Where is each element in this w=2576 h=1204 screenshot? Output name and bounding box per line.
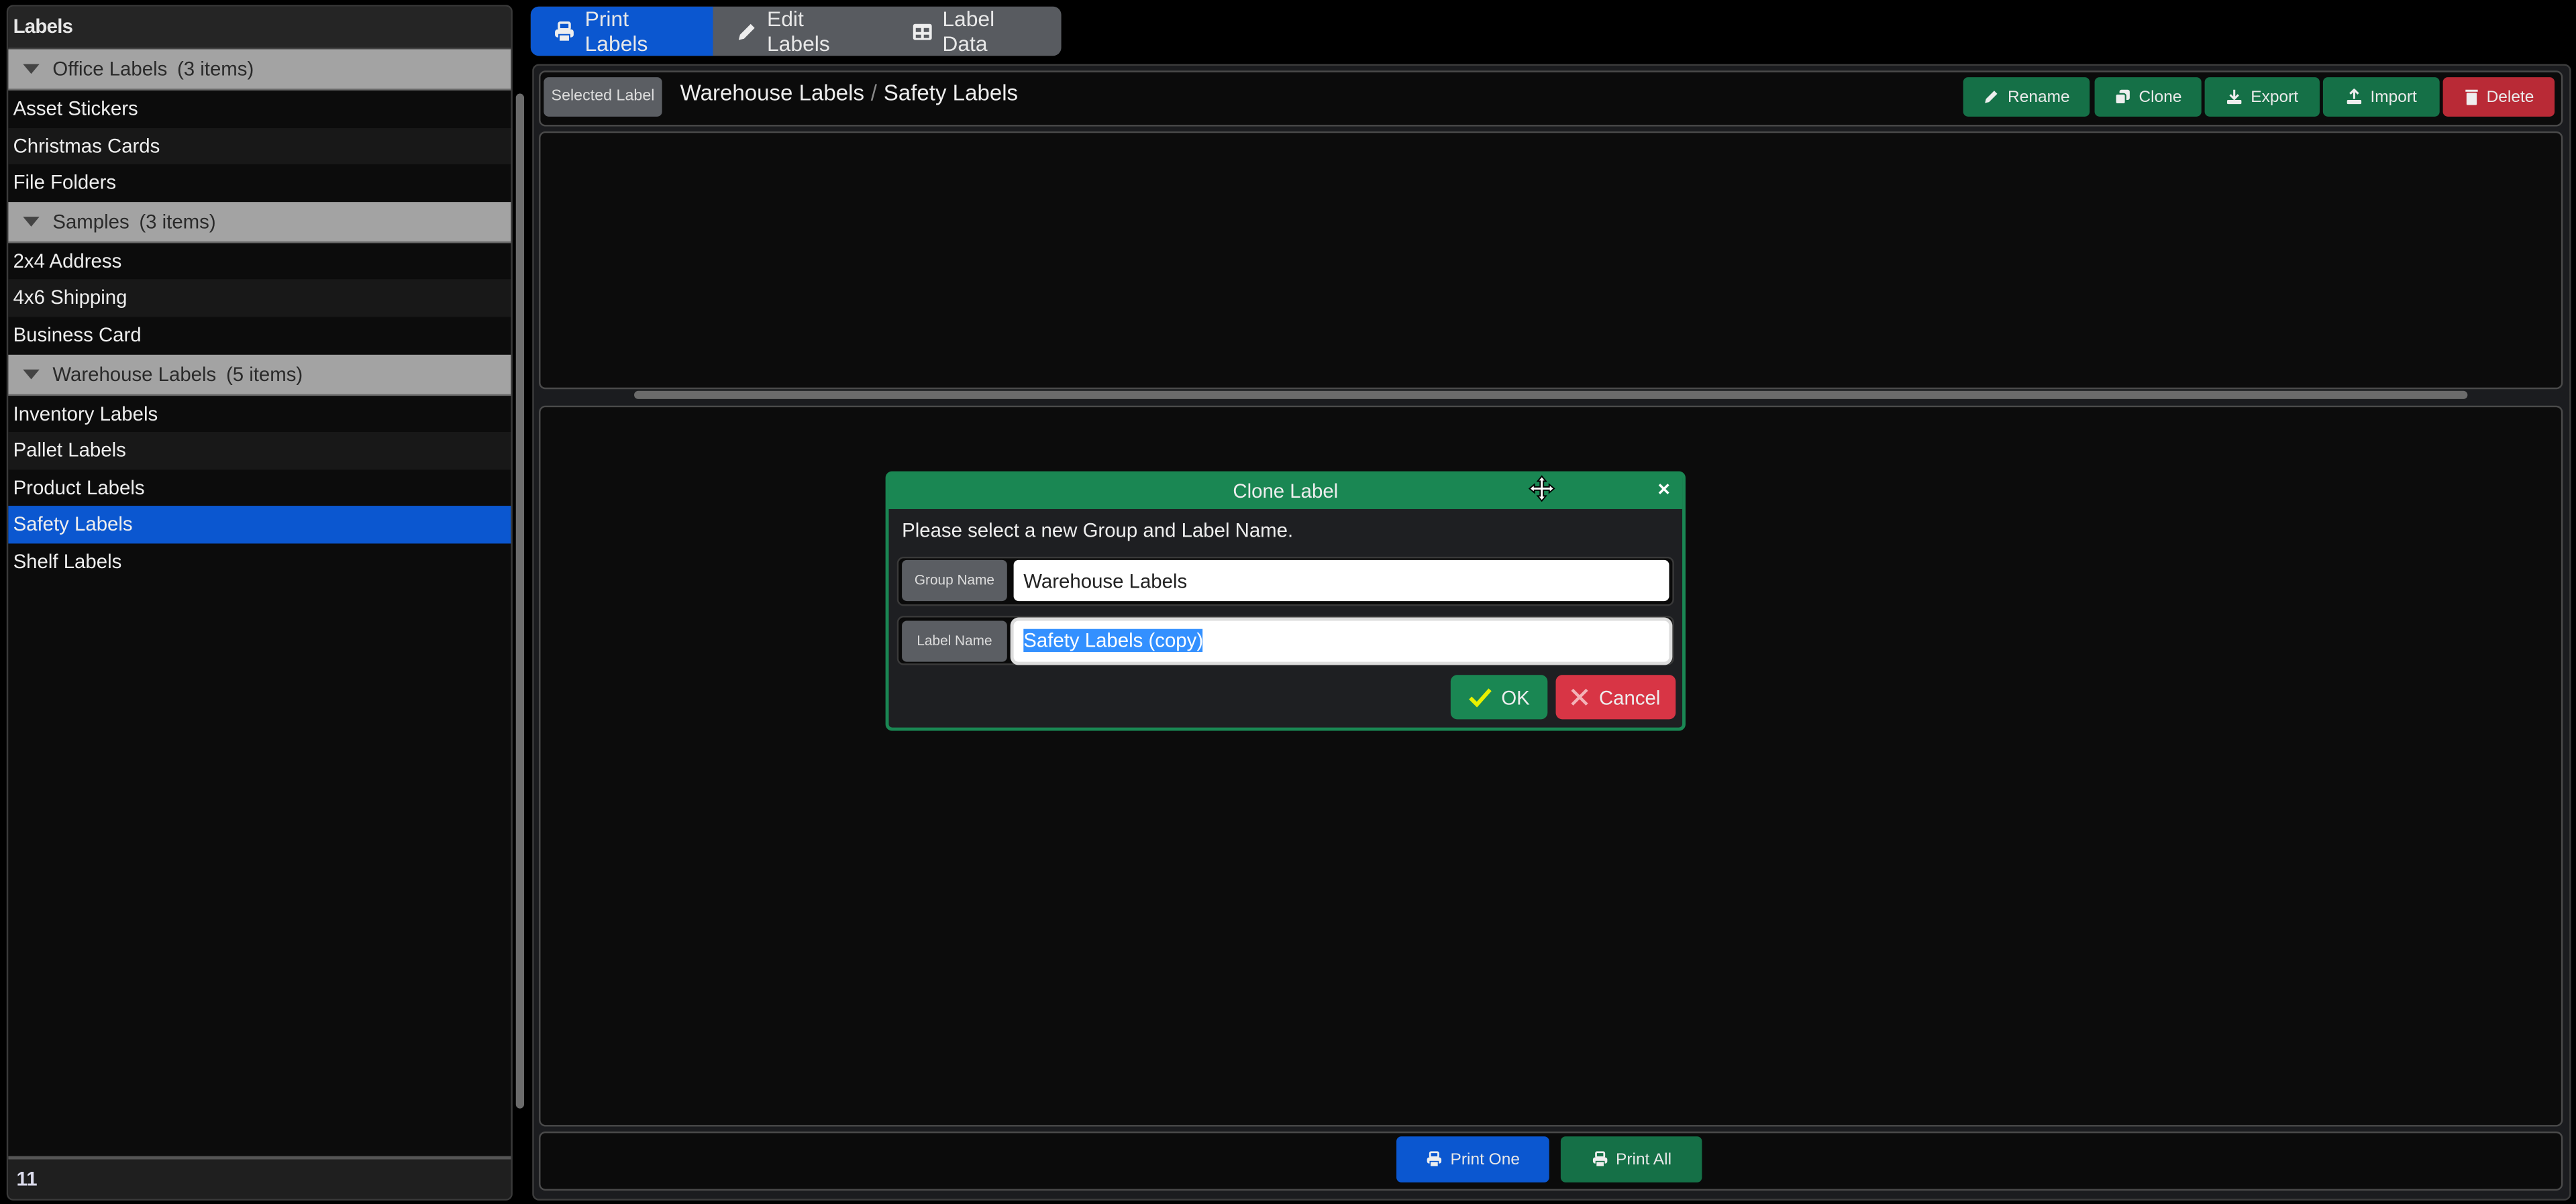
download-icon	[2226, 89, 2243, 105]
button-label: Print One	[1450, 1150, 1520, 1168]
label-preview-top	[539, 131, 2563, 390]
move-cursor-icon	[1528, 475, 1556, 503]
group-name: Samples	[52, 209, 130, 233]
printer-icon	[554, 20, 575, 42]
group-name-label: Group Name	[902, 559, 1007, 602]
printer-icon	[1426, 1151, 1442, 1167]
group-count: (3 items)	[139, 209, 216, 233]
horizontal-scrollbar[interactable]	[634, 390, 2468, 399]
label-name-input[interactable]: Safety Labels (copy)	[1013, 620, 1669, 662]
button-label: Rename	[2008, 87, 2070, 106]
group-header-warehouse-labels[interactable]: Warehouse Labels (5 items)	[8, 353, 511, 395]
list-item[interactable]: Inventory Labels	[8, 395, 511, 432]
tab-label: Print Labels	[584, 6, 648, 56]
upload-icon	[2346, 89, 2362, 105]
list-item[interactable]: 2x4 Address	[8, 243, 511, 280]
group-count: (5 items)	[225, 362, 303, 386]
list-item[interactable]: Shelf Labels	[8, 543, 511, 580]
list-item[interactable]: Product Labels	[8, 470, 511, 506]
sidebar-title: Labels	[8, 6, 511, 50]
tab-edit-labels[interactable]: Edit Labels	[713, 7, 888, 56]
selected-label-badge: Selected Label	[544, 77, 662, 117]
caret-down-icon	[23, 368, 40, 379]
dialog-title[interactable]: Clone Label	[888, 473, 1683, 509]
button-label: Export	[2251, 87, 2299, 106]
group-header-samples[interactable]: Samples (3 items)	[8, 201, 511, 243]
group-name: Office Labels	[52, 57, 168, 80]
breadcrumb-group: Warehouse Labels	[680, 80, 864, 105]
caret-down-icon	[23, 216, 40, 227]
pencil-icon	[1983, 89, 1999, 105]
list-item[interactable]: Asset Stickers	[8, 91, 511, 127]
button-label: OK	[1501, 686, 1530, 709]
group-name-input[interactable]	[1013, 559, 1669, 602]
breadcrumb-label: Safety Labels	[883, 80, 1019, 105]
list-item-selected[interactable]: Safety Labels	[8, 506, 511, 544]
breadcrumb-separator: /	[870, 80, 878, 105]
cancel-button[interactable]: Cancel	[1555, 675, 1676, 720]
label-name-label: Label Name	[902, 620, 1007, 662]
button-label: Import	[2370, 87, 2417, 106]
label-count: 11	[8, 1156, 511, 1199]
delete-button[interactable]: Delete	[2442, 77, 2555, 117]
list-item[interactable]: File Folders	[8, 164, 511, 201]
sidebar-scrollbar[interactable]	[515, 93, 525, 1109]
list-item[interactable]: 4x6 Shipping	[8, 280, 511, 317]
button-label: Print All	[1616, 1150, 1672, 1168]
dialog-message: Please select a new Group and Label Name…	[902, 518, 1294, 542]
printer-icon	[1591, 1151, 1607, 1167]
button-label: Clone	[2139, 87, 2182, 106]
caret-down-icon	[23, 64, 40, 74]
tab-label: Edit Labels	[766, 6, 830, 56]
selected-text: Safety Labels (copy)	[1023, 628, 1204, 652]
group-name: Warehouse Labels	[52, 362, 217, 386]
tab-label-data[interactable]: Label Data	[888, 7, 1062, 56]
tab-print-labels[interactable]: Print Labels	[530, 6, 713, 56]
clone-button[interactable]: Clone	[2094, 77, 2202, 117]
trash-icon	[2463, 89, 2478, 105]
button-label: Cancel	[1598, 686, 1661, 709]
x-icon	[1571, 688, 1589, 706]
app-window: Labels Office Labels (3 items) Asset Stic…	[0, 0, 2576, 1204]
table-icon	[911, 21, 933, 42]
group-header-office-labels[interactable]: Office Labels (3 items)	[8, 49, 511, 91]
tab-label: Label Data	[942, 6, 995, 56]
labels-sidebar: Labels Office Labels (3 items) Asset Stic…	[6, 5, 513, 1201]
list-item[interactable]: Pallet Labels	[8, 432, 511, 470]
checkmark-icon	[1468, 688, 1492, 707]
dialog-close-button[interactable]: ×	[1657, 476, 1670, 501]
list-item[interactable]: Business Card	[8, 317, 511, 353]
button-label: Delete	[2486, 87, 2534, 106]
print-all-button[interactable]: Print All	[1560, 1136, 1702, 1183]
export-button[interactable]: Export	[2204, 77, 2320, 117]
group-count: (3 items)	[176, 57, 254, 80]
breadcrumb: Warehouse Labels / Safety Labels	[680, 80, 1019, 105]
ok-button[interactable]: OK	[1450, 675, 1548, 720]
list-item[interactable]: Christmas Cards	[8, 127, 511, 165]
rename-button[interactable]: Rename	[1963, 77, 2090, 117]
print-footer-bar	[539, 1131, 2563, 1191]
import-button[interactable]: Import	[2322, 77, 2440, 117]
copy-icon	[2114, 89, 2130, 105]
print-one-button[interactable]: Print One	[1396, 1136, 1549, 1183]
tab-bar: Print Labels Edit Labels Label Data	[530, 6, 1062, 56]
pencil-icon	[735, 21, 757, 42]
